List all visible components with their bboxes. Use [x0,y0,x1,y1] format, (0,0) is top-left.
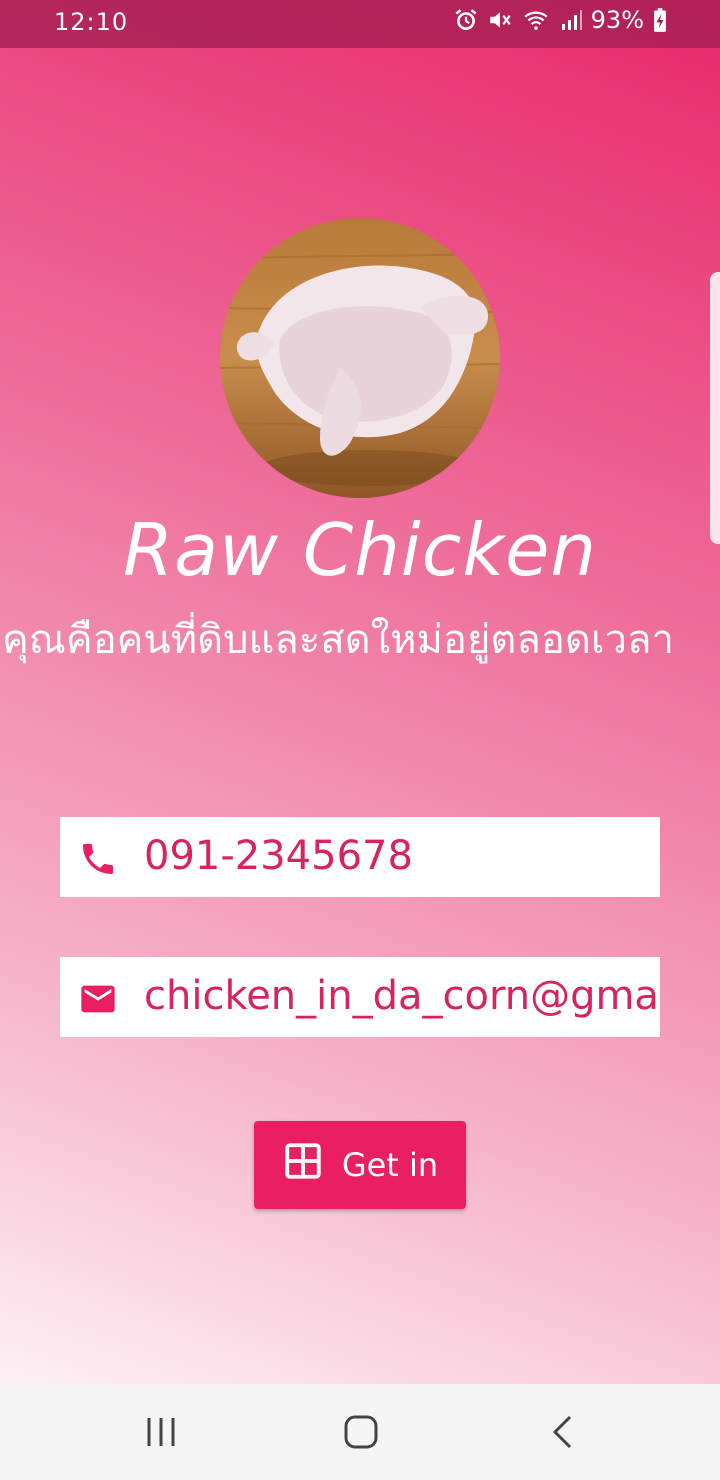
email-icon [76,979,120,1023]
avatar [220,218,500,498]
get-in-button[interactable]: Get in [254,1121,466,1209]
app-title: Raw Chicken [122,508,598,592]
recent-apps-icon[interactable] [144,1414,178,1454]
alarm-icon [453,7,479,33]
get-in-label: Get in [341,1146,439,1184]
battery-charging-icon [652,7,668,33]
phone-icon [76,839,120,883]
home-icon[interactable] [343,1414,379,1454]
email-value[interactable]: chicken_in_da_corn@gmail.com [144,973,660,1019]
tagline: คุณคือคนที่ดิบและสดใหม่อยู่ตลอดเวลา [2,617,674,663]
phone-value[interactable]: 091-2345678 [144,833,413,879]
status-bar: 12:10 93% [0,0,720,48]
navigation-bar [0,1384,720,1480]
grid-icon [282,1140,324,1190]
signal-icon [559,7,583,33]
mute-icon [487,7,513,33]
edge-panel-handle[interactable] [710,272,720,544]
back-icon[interactable] [550,1414,574,1454]
phone-field[interactable]: 091-2345678 [60,817,660,897]
wifi-icon [521,7,551,33]
status-icons: 93% [453,6,668,34]
raw-chicken-image [220,218,500,498]
battery-percent: 93% [590,6,644,34]
email-field[interactable]: chicken_in_da_corn@gmail.com [60,957,660,1037]
status-time: 12:10 [54,8,129,36]
